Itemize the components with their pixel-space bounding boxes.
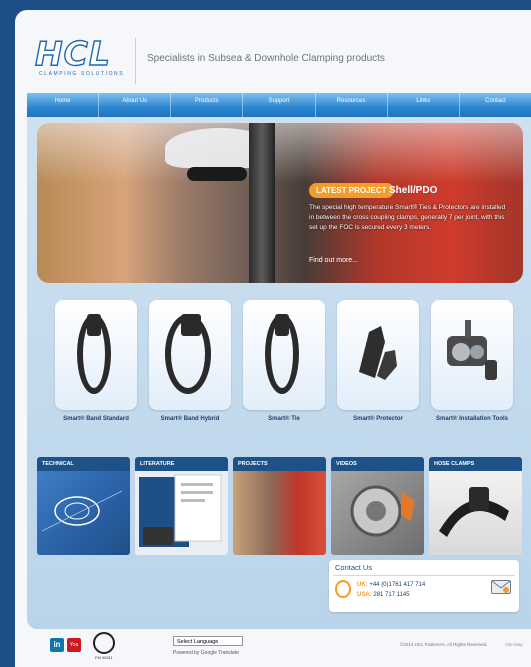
find-out-more-link[interactable]: Find out more... — [309, 257, 358, 264]
literature-image — [135, 471, 228, 555]
nav-products[interactable]: Products — [171, 93, 244, 117]
category-projects[interactable]: PROJECTS — [233, 457, 326, 555]
installation-tool-icon — [447, 320, 497, 380]
hero-banner[interactable]: LATEST PROJECT Shell/PDO The special hig… — [37, 123, 523, 283]
product-protector[interactable]: Smart® Protector — [337, 300, 419, 428]
category-hose-clamps[interactable]: HOSE CLAMPS — [429, 457, 522, 555]
usa-phone[interactable]: USA: 281 717 1145 — [357, 592, 410, 598]
contact-divider — [333, 575, 515, 576]
hcl-logo[interactable]: HCL CLAMPING SOLUTIONS — [34, 33, 125, 82]
category-technical[interactable]: TECHNICAL — [37, 457, 130, 555]
category-label: HOSE CLAMPS — [429, 457, 522, 471]
certification-number: FM 00911 — [95, 655, 113, 660]
projects-image — [233, 471, 326, 555]
hero-title: Shell/PDO — [389, 185, 438, 196]
product-name: Smart® Band Standard — [63, 416, 129, 422]
content-panel: LATEST PROJECT Shell/PDO The special hig… — [27, 117, 531, 629]
uk-phone[interactable]: UK: +44 (0)1761 417 714 — [357, 582, 425, 588]
hero-photo-pipe — [249, 123, 275, 283]
hero-photo-sky — [37, 123, 523, 183]
protector-icon — [359, 326, 397, 380]
videos-image — [331, 471, 424, 555]
linkedin-icon[interactable]: in — [50, 638, 64, 652]
usa-label: USA: — [357, 592, 372, 598]
contact-title: Contact Us — [335, 563, 373, 572]
product-tie[interactable]: Smart® Tie — [243, 300, 325, 428]
uk-number: +44 (0)1761 417 714 — [369, 582, 426, 588]
band-hybrid-icon — [165, 314, 211, 394]
product-image — [243, 300, 325, 410]
product-name: Smart® Tie — [268, 416, 300, 422]
product-name: Smart® Band Hybrid — [160, 416, 220, 422]
product-installation-tools[interactable]: Smart® Installation Tools — [431, 300, 513, 428]
product-name: Smart® Installation Tools — [436, 416, 508, 422]
youtube-icon[interactable]: You — [67, 638, 81, 652]
sitemap-link[interactable]: Site Map — [505, 642, 523, 647]
hero-photo-glasses — [187, 167, 247, 181]
category-label: VIDEOS — [331, 457, 424, 471]
hero-description: The special high temperature Smart® Ties… — [309, 204, 506, 231]
category-label: PROJECTS — [233, 457, 326, 471]
product-image — [149, 300, 231, 410]
contact-box: Contact Us UK: +44 (0)1761 417 714 USA: … — [329, 560, 519, 612]
product-band-standard[interactable]: Smart® Band Standard — [55, 300, 137, 428]
tie-icon — [265, 314, 299, 394]
product-row: Smart® Band Standard Smart® Band Hybrid … — [55, 300, 515, 428]
nav-home[interactable]: Home — [27, 93, 100, 117]
product-name: Smart® Protector — [353, 416, 403, 422]
hose-clamps-image — [429, 471, 522, 555]
product-image — [337, 300, 419, 410]
logo-text: HCL — [34, 33, 111, 73]
mail-icon[interactable] — [491, 580, 511, 594]
nav-links[interactable]: Links — [388, 93, 460, 117]
page: HCL CLAMPING SOLUTIONS Specialists in Su… — [15, 10, 531, 667]
nav-about-us[interactable]: About Us — [99, 93, 172, 117]
tagline: Specialists in Subsea & Downhole Clampin… — [147, 53, 385, 64]
certification-icon — [93, 632, 115, 654]
main-nav: Home About Us Products Support Resources… — [27, 93, 531, 119]
footer: in You FM 00911 Select Language Powered … — [15, 630, 531, 667]
band-standard-icon — [77, 314, 111, 394]
logo-subtitle: CLAMPING SOLUTIONS — [39, 71, 125, 77]
technical-image — [37, 471, 130, 555]
phone-icon — [335, 580, 351, 598]
powered-by-google-translate: Powered by Google Translate — [173, 650, 239, 656]
product-band-hybrid[interactable]: Smart® Band Hybrid — [149, 300, 231, 428]
uk-label: UK: — [357, 582, 368, 588]
category-row: TECHNICAL LITERATURE PROJECTS VIDEOS HOS… — [37, 457, 523, 555]
nav-support[interactable]: Support — [243, 93, 316, 117]
latest-project-badge: LATEST PROJECT — [309, 183, 394, 198]
product-image — [431, 300, 513, 410]
category-label: LITERATURE — [135, 457, 228, 471]
category-literature[interactable]: LITERATURE — [135, 457, 228, 555]
product-image — [55, 300, 137, 410]
header-divider — [135, 38, 136, 84]
category-label: TECHNICAL — [37, 457, 130, 471]
nav-contact[interactable]: Contact — [460, 93, 531, 117]
category-videos[interactable]: VIDEOS — [331, 457, 424, 555]
copyright: ©2014 HCL Fasteners. All Rights Reserved… — [400, 642, 488, 647]
usa-number: 281 717 1145 — [373, 592, 410, 598]
nav-resources[interactable]: Resources — [316, 93, 388, 117]
language-select[interactable]: Select Language — [173, 636, 243, 646]
